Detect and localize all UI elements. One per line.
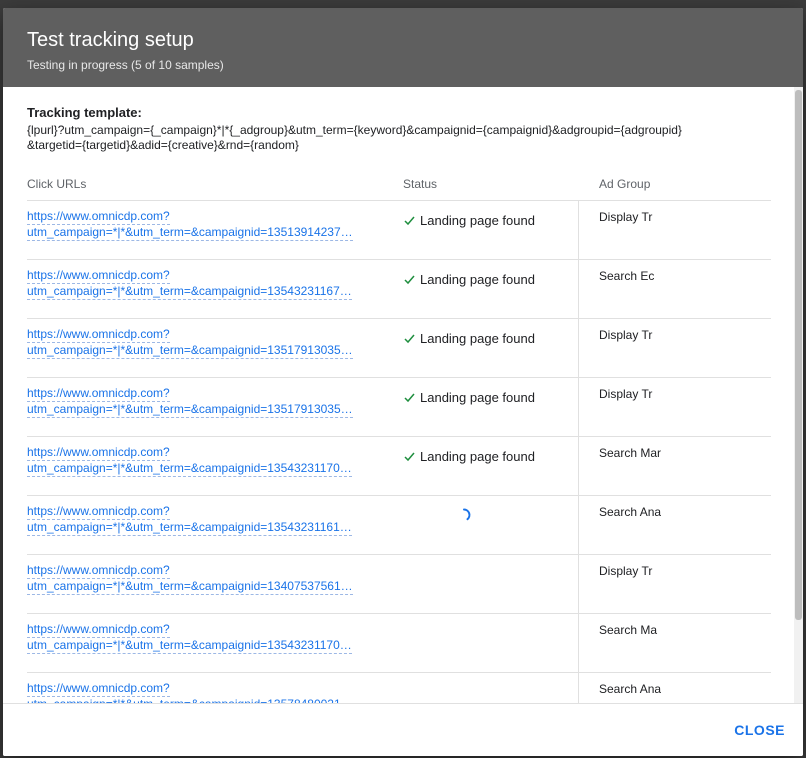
column-header-click-urls: Click URLs bbox=[27, 177, 87, 191]
column-divider bbox=[578, 555, 579, 613]
table-row: https://www.omnicdp.com?utm_campaign=*|*… bbox=[27, 555, 771, 614]
click-url-cell: https://www.omnicdp.com?utm_campaign=*|*… bbox=[27, 445, 383, 477]
check-icon bbox=[404, 334, 415, 344]
tracking-template-value: {lpurl}?utm_campaign={_campaign}*|*{_adg… bbox=[27, 123, 682, 152]
dialog-title: Test tracking setup bbox=[27, 29, 194, 51]
click-url-cell: https://www.omnicdp.com?utm_campaign=*|*… bbox=[27, 209, 383, 241]
status-cell: Landing page found bbox=[403, 331, 535, 346]
table-header: Click URLs Status Ad Group bbox=[27, 175, 771, 201]
column-header-ad-group: Ad Group bbox=[599, 177, 651, 191]
table-row: https://www.omnicdp.com?utm_campaign=*|*… bbox=[27, 614, 771, 673]
test-tracking-dialog: Test tracking setup Testing in progress … bbox=[3, 8, 803, 756]
dialog-header: Test tracking setup Testing in progress … bbox=[3, 8, 803, 87]
ad-group-cell: Search Ma bbox=[599, 623, 658, 637]
ad-group-cell: Display Tr bbox=[599, 328, 653, 342]
click-url-link[interactable]: https://www.omnicdp.com? bbox=[27, 681, 170, 697]
click-url-link[interactable]: utm_campaign=*|*&utm_term=&campaignid=13… bbox=[27, 638, 352, 654]
table-row: https://www.omnicdp.com?utm_campaign=*|*… bbox=[27, 378, 771, 437]
dialog-subtitle: Testing in progress (5 of 10 samples) bbox=[27, 58, 224, 72]
status-text: Landing page found bbox=[420, 449, 535, 464]
click-url-link[interactable]: https://www.omnicdp.com? bbox=[27, 386, 170, 402]
scrollbar-thumb[interactable] bbox=[795, 90, 802, 620]
click-url-link[interactable]: utm_campaign=*|*&utm_term=&campaignid=13… bbox=[27, 520, 352, 536]
ad-group-cell: Search Ec bbox=[599, 269, 655, 283]
check-icon bbox=[404, 216, 415, 226]
click-url-cell: https://www.omnicdp.com?utm_campaign=*|*… bbox=[27, 327, 383, 359]
status-cell: Landing page found bbox=[403, 272, 535, 287]
tracking-template-label: Tracking template: bbox=[27, 105, 142, 120]
table-row: https://www.omnicdp.com?utm_campaign=*|*… bbox=[27, 260, 771, 319]
click-url-link[interactable]: utm_campaign=*|*&utm_term=&campaignid=13… bbox=[27, 284, 352, 300]
check-icon bbox=[404, 393, 415, 403]
table-row: https://www.omnicdp.com?utm_campaign=*|*… bbox=[27, 496, 771, 555]
table-row: https://www.omnicdp.com?utm_campaign=*|*… bbox=[27, 319, 771, 378]
status-text: Landing page found bbox=[420, 331, 535, 346]
click-url-link[interactable]: https://www.omnicdp.com? bbox=[27, 268, 170, 284]
column-divider bbox=[578, 378, 579, 436]
click-url-cell: https://www.omnicdp.com?utm_campaign=*|*… bbox=[27, 386, 383, 418]
dialog-footer: CLOSE bbox=[3, 703, 803, 756]
click-url-cell: https://www.omnicdp.com?utm_campaign=*|*… bbox=[27, 268, 383, 300]
dialog-content[interactable]: Tracking template: {lpurl}?utm_campaign=… bbox=[3, 87, 803, 703]
check-icon bbox=[404, 275, 415, 285]
click-url-cell: https://www.omnicdp.com?utm_campaign=*|*… bbox=[27, 563, 383, 595]
status-cell: Landing page found bbox=[403, 213, 535, 228]
ad-group-cell: Search Ana bbox=[599, 682, 661, 696]
column-divider bbox=[578, 496, 579, 554]
table-row: https://www.omnicdp.com?utm_campaign=*|*… bbox=[27, 201, 771, 260]
ad-group-cell: Search Mar bbox=[599, 446, 661, 460]
column-divider bbox=[578, 201, 579, 259]
column-header-status: Status bbox=[403, 177, 438, 191]
ad-group-cell: Search Ana bbox=[599, 505, 661, 519]
click-url-cell: https://www.omnicdp.com?utm_campaign=*|*… bbox=[27, 622, 383, 654]
status-text: Landing page found bbox=[420, 272, 535, 287]
close-button[interactable]: CLOSE bbox=[734, 722, 785, 738]
column-divider bbox=[578, 673, 579, 703]
column-divider bbox=[578, 437, 579, 495]
column-divider bbox=[578, 614, 579, 672]
click-url-link[interactable]: utm_campaign=*|*&utm_term=&campaignid=13… bbox=[27, 225, 353, 241]
check-icon bbox=[404, 452, 415, 462]
click-url-link[interactable]: utm_campaign=*|*&utm_term=&campaignid=13… bbox=[27, 343, 353, 359]
click-url-link[interactable]: https://www.omnicdp.com? bbox=[27, 209, 170, 225]
click-url-link[interactable]: https://www.omnicdp.com? bbox=[27, 327, 170, 343]
click-url-link[interactable]: https://www.omnicdp.com? bbox=[27, 504, 170, 520]
table-row: https://www.omnicdp.com?utm_campaign=*|*… bbox=[27, 437, 771, 496]
click-url-link[interactable]: utm_campaign=*|*&utm_term=&campaignid=13… bbox=[27, 579, 353, 595]
ad-group-cell: Display Tr bbox=[599, 387, 653, 401]
results-table: Click URLs Status Ad Group https://www.o… bbox=[27, 175, 771, 703]
ad-group-cell: Display Tr bbox=[599, 210, 653, 224]
status-cell: Landing page found bbox=[403, 390, 535, 405]
click-url-link[interactable]: https://www.omnicdp.com? bbox=[27, 622, 170, 638]
column-divider bbox=[578, 260, 579, 318]
table-body: https://www.omnicdp.com? utm_campaign=*|*… bbox=[27, 201, 771, 703]
status-text: Landing page found bbox=[420, 390, 535, 405]
click-url-link[interactable]: utm_campaign=*|*&utm_term=&campaignid=13… bbox=[27, 402, 353, 418]
click-url-link[interactable]: https://www.omnicdp.com? bbox=[27, 445, 170, 461]
spinner-icon bbox=[463, 508, 471, 521]
click-url-cell: https://www.omnicdp.com?utm_campaign=*|*… bbox=[27, 681, 383, 703]
status-cell: Landing page found bbox=[403, 449, 535, 464]
table-row: https://www.omnicdp.com?utm_campaign=*|*… bbox=[27, 673, 771, 703]
status-text: Landing page found bbox=[420, 213, 535, 228]
column-divider bbox=[578, 319, 579, 377]
click-url-link[interactable]: https://www.omnicdp.com? bbox=[27, 563, 170, 579]
ad-group-cell: Display Tr bbox=[599, 564, 653, 578]
click-url-cell: https://www.omnicdp.com?utm_campaign=*|*… bbox=[27, 504, 383, 536]
click-url-link[interactable]: utm_campaign=*|*&utm_term=&campaignid=13… bbox=[27, 461, 352, 477]
scrollbar[interactable] bbox=[794, 87, 803, 703]
